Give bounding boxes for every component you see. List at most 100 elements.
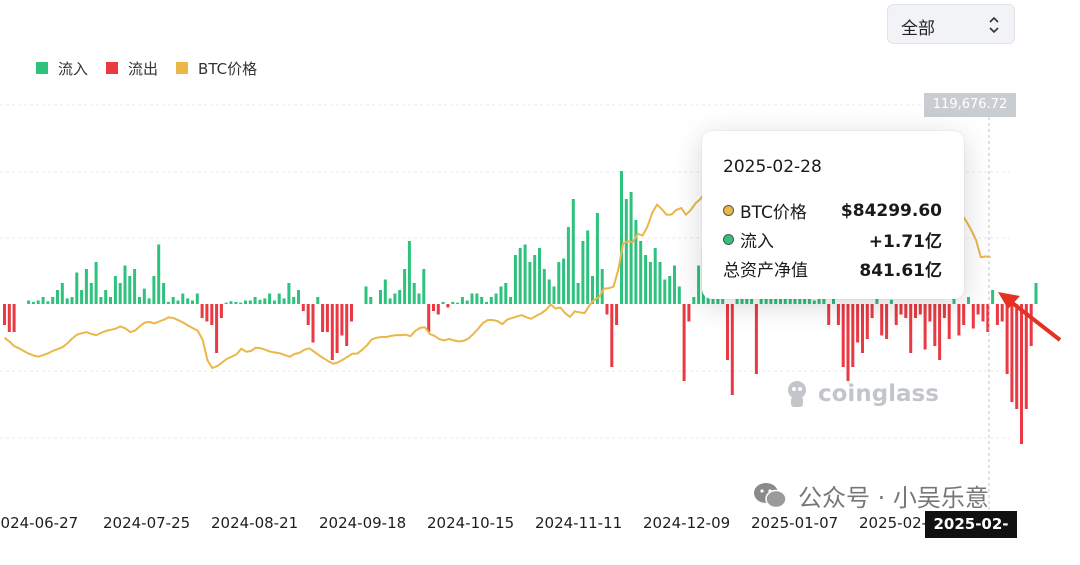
inflow-bar — [576, 283, 580, 304]
range-select-value: 全部 — [901, 19, 935, 39]
inflow-bar — [94, 262, 98, 304]
outflow-bar — [1000, 304, 1004, 322]
inflow-bar — [624, 199, 628, 304]
wechat-caption: 公众号 · 小吴乐意 — [752, 478, 989, 513]
outflow-bar — [856, 304, 860, 343]
inflow-bar — [51, 297, 55, 304]
inflow-bar — [451, 301, 455, 304]
inflow-bar — [297, 290, 300, 304]
inflow-bar — [104, 290, 108, 304]
inflow-bar — [629, 192, 633, 304]
inflow-bar — [509, 297, 513, 304]
inflow-bar — [518, 248, 522, 304]
outflow-bar — [427, 304, 431, 332]
outflow-bar — [615, 304, 619, 325]
inflow-bar — [595, 213, 599, 304]
inflow-bar — [658, 262, 662, 304]
outflow-bar — [1005, 304, 1009, 374]
inflow-bar — [417, 293, 421, 304]
inflow-bar — [80, 290, 84, 304]
inflow-bar — [239, 302, 243, 304]
outflow-bar — [1010, 304, 1014, 402]
outflow-bar — [345, 304, 349, 346]
outflow-bar — [880, 304, 884, 336]
outflow-bar — [981, 304, 985, 322]
tooltip-dot-btc-price — [723, 205, 734, 216]
outflow-bar — [923, 304, 927, 350]
outflow-bar — [1024, 304, 1028, 409]
outflow-bar — [841, 304, 845, 367]
inflow-bar — [31, 301, 35, 304]
x-tick-label: 2024-11-11 — [535, 514, 623, 532]
inflow-bar — [412, 283, 416, 304]
watermark-text: coinglass — [818, 381, 939, 407]
inflow-bar — [673, 265, 676, 304]
outflow-bar — [971, 304, 975, 329]
tooltip-dot-inflow — [723, 234, 734, 245]
legend-item-inflow[interactable]: 流入 — [36, 58, 88, 79]
outflow-bar — [1015, 304, 1019, 409]
tooltip-label-inflow: 流入 — [740, 232, 774, 252]
legend-item-btc-price[interactable]: BTC价格 — [176, 58, 257, 79]
outflow-bar — [610, 304, 614, 367]
inflow-bar — [566, 227, 570, 304]
outflow-bar — [605, 304, 609, 315]
inflow-bar — [171, 297, 175, 304]
x-tick-label: 2024-06-27 — [0, 514, 79, 532]
inflow-bar — [27, 300, 31, 304]
outflow-bar — [827, 304, 831, 325]
outflow-bar — [938, 304, 942, 360]
outflow-bar — [210, 304, 214, 325]
outflow-bar — [904, 304, 908, 318]
outflow-bar — [947, 304, 951, 339]
inflow-bar — [388, 298, 392, 304]
inflow-bar — [292, 297, 296, 304]
inflow-bar — [253, 297, 257, 304]
inflow-bar — [812, 300, 816, 304]
inflow-bar — [258, 299, 262, 304]
inflow-bar — [157, 244, 161, 304]
outflow-bar — [3, 304, 6, 325]
inflow-bar — [504, 283, 508, 304]
legend-swatch-inflow — [36, 62, 48, 74]
inflow-bar — [195, 293, 199, 304]
outflow-bar — [219, 304, 223, 318]
outflow-bar — [846, 304, 850, 381]
legend-label-inflow: 流入 — [58, 59, 89, 78]
x-tick-label: 2024-10-15 — [427, 514, 515, 532]
legend: 流入 流出 BTC价格 — [36, 58, 275, 78]
inflow-bar — [523, 244, 527, 304]
inflow-bar — [499, 286, 503, 304]
legend-swatch-outflow — [106, 62, 119, 74]
inflow-bar — [383, 279, 387, 304]
inflow-bar — [109, 297, 112, 304]
inflow-bar — [668, 276, 672, 304]
inflow-bar — [398, 290, 402, 304]
inflow-bar — [369, 297, 373, 304]
legend-item-outflow[interactable]: 流出 — [106, 58, 158, 79]
inflow-bar — [162, 283, 166, 304]
inflow-bar — [244, 300, 247, 304]
outflow-bar — [350, 304, 353, 322]
inflow-bar — [562, 258, 566, 304]
inflow-bar — [403, 269, 407, 304]
outflow-bar — [200, 304, 204, 318]
inflow-bar — [889, 299, 893, 304]
inflow-bar — [268, 293, 272, 304]
inflow-bar — [538, 248, 541, 304]
outflow-bar — [836, 304, 840, 325]
tooltip-value-nav: 841.61亿 — [859, 261, 942, 281]
inflow-bar — [128, 276, 132, 304]
data-tooltip: 2025-02-28 BTC价格 $84299.60 流入 +1.71亿 总资产… — [702, 131, 964, 299]
outflow-bar — [682, 304, 686, 381]
inflow-bar — [571, 199, 575, 304]
outflow-bar — [865, 304, 869, 339]
outflow-bar — [962, 304, 966, 325]
outflow-bar — [1029, 304, 1033, 346]
outflow-bar — [851, 304, 855, 367]
x-tick-label: 2024-08-21 — [211, 514, 299, 532]
outflow-bar — [885, 304, 889, 339]
inflow-bar — [113, 276, 117, 304]
outflow-bar — [870, 304, 874, 318]
range-select[interactable]: 全部 — [887, 4, 1015, 44]
